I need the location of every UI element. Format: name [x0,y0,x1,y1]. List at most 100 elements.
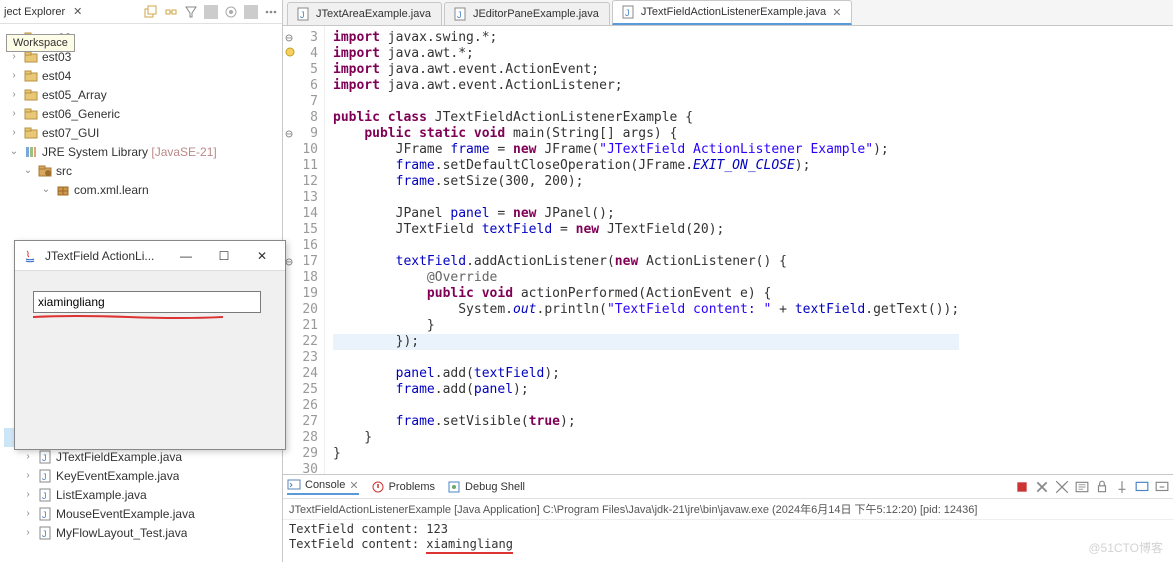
twisty-icon[interactable]: › [22,527,34,538]
terminate-icon[interactable] [1015,480,1029,494]
svg-text:J: J [42,453,47,463]
twisty-icon[interactable]: › [22,489,34,500]
display-console-icon[interactable] [1135,480,1149,494]
tree-file-item[interactable]: › J MouseEventExample.java [4,504,282,523]
tab-icon [287,478,301,492]
app-titlebar[interactable]: JTextField ActionLi... — ☐ ✕ [15,241,285,271]
explorer-title: ject Explorer [4,6,65,18]
tree-file-item[interactable]: › J MyFlowLayout_Test.java [4,523,282,542]
close-button[interactable]: ✕ [247,244,277,268]
tree-item[interactable]: ⌄ JRE System Library [JavaSE-21] [4,142,282,161]
remove-all-icon[interactable] [1055,480,1069,494]
console-panel: Console ✕ Problems Debug Shell JTextFieldA… [283,474,1173,562]
app-title: JTextField ActionLi... [45,249,163,263]
tree-file-item[interactable]: › J ListExample.java [4,485,282,504]
folder-icon [24,69,38,83]
tree-label: MouseEventExample.java [56,507,195,521]
twisty-icon[interactable]: ⌄ [22,165,34,176]
editor-tab[interactable]: JJEditorPaneExample.java [444,2,610,25]
editor-code[interactable]: import javax.swing.*;import java.awt.*;i… [325,26,959,474]
tab-label: Console [305,479,345,491]
twisty-icon[interactable]: › [8,70,20,81]
console-tab[interactable]: Problems [371,478,435,495]
java-file-icon: J [38,526,52,540]
console-tab[interactable]: Debug Shell [447,478,525,495]
tree-label: JRE System Library [JavaSE-21] [42,145,217,159]
minimize-button[interactable]: — [171,244,201,268]
explorer-toolbar [144,5,278,19]
clear-console-icon[interactable] [1075,480,1089,494]
pin-console-icon[interactable] [1115,480,1129,494]
svg-text:J: J [42,510,47,520]
console-line: TextField content: xiamingliang [289,537,1167,554]
close-view-icon[interactable]: ✕ [69,5,86,18]
remove-launch-icon[interactable] [1035,480,1049,494]
jtextfield-input[interactable] [33,291,261,313]
tree-item[interactable]: › est07_GUI [4,123,282,142]
watermark: @51CTO博客 [1088,539,1163,556]
editor-gutter: ⊖345678⊖910111213141516⊖1718192021222324… [283,26,325,474]
separator [204,5,218,19]
tab-label: Debug Shell [465,481,525,493]
tab-label: JTextFieldActionListenerExample.java [641,6,826,18]
svg-text:J: J [42,529,47,539]
tree-label: est07_GUI [42,126,99,140]
java-app-icon [23,249,37,263]
annotation-underline [33,315,267,318]
folder-icon [24,126,38,140]
twisty-icon[interactable]: › [22,451,34,462]
twisty-icon[interactable]: › [8,89,20,100]
svg-text:J: J [300,10,305,20]
console-tab[interactable]: Console ✕ [287,478,359,495]
view-menu-icon[interactable] [264,5,278,19]
twisty-icon[interactable]: ⌄ [8,146,20,157]
code-editor[interactable]: ⊖345678⊖910111213141516⊖1718192021222324… [283,26,1173,474]
editor-tab[interactable]: JJTextFieldActionListenerExample.java✕ [612,0,852,25]
twisty-icon[interactable]: › [22,508,34,519]
tree-item[interactable]: › est05_Array [4,85,282,104]
java-file-icon: J [38,469,52,483]
folder-icon [24,88,38,102]
editor-tab[interactable]: J JTextAreaExample.java [287,2,442,25]
tree-label: est04 [42,69,71,83]
tree-label: ListExample.java [56,488,147,502]
tree-item[interactable]: ›est06_Generic [4,104,282,123]
collapse-all-icon[interactable] [144,5,158,19]
tree-item[interactable]: › est04 [4,66,282,85]
tree-file-item[interactable]: ›JKeyEventExample.java [4,466,282,485]
link-editor-icon[interactable] [164,5,178,19]
tree-item[interactable]: ⌄src [4,161,282,180]
focus-task-icon[interactable] [224,5,238,19]
tree-label: MyFlowLayout_Test.java [56,526,187,540]
app-content [15,271,285,338]
console-launch-header: JTextFieldActionListenerExample [Java Ap… [283,499,1173,520]
twisty-icon[interactable]: › [22,470,34,481]
tree-label: est05_Array [42,88,107,102]
running-app-window[interactable]: JTextField ActionLi... — ☐ ✕ [14,240,286,450]
tab-label: JTextAreaExample.java [316,8,431,20]
folder-icon [24,145,38,159]
twisty-icon[interactable]: › [8,51,20,62]
scroll-lock-icon[interactable] [1095,480,1109,494]
workspace-tooltip: Workspace [6,34,75,52]
close-tab-icon[interactable]: ✕ [832,6,841,19]
tree-item[interactable]: ⌄com.xml.learn [4,180,282,199]
separator [244,5,258,19]
editor-tabs: J JTextAreaExample.java JJEditorPaneExampl… [283,0,1173,26]
java-file-icon: J [38,507,52,521]
tab-icon [371,480,385,494]
java-file-icon: J [453,7,467,21]
folder-icon [56,183,70,197]
console-tabs: Console ✕ Problems Debug Shell [283,475,1173,499]
close-tab-icon[interactable]: ✕ [349,479,358,492]
twisty-icon[interactable]: › [8,127,20,138]
maximize-button[interactable]: ☐ [209,244,239,268]
twisty-icon[interactable]: › [8,108,20,119]
svg-text:J: J [42,491,47,501]
explorer-header: ject Explorer ✕ [0,0,282,24]
twisty-icon[interactable]: ⌄ [40,184,52,195]
open-console-icon[interactable] [1155,480,1169,494]
tab-icon [447,480,461,494]
console-output[interactable]: TextField content: 123TextField content:… [283,520,1173,562]
filter-icon[interactable] [184,5,198,19]
